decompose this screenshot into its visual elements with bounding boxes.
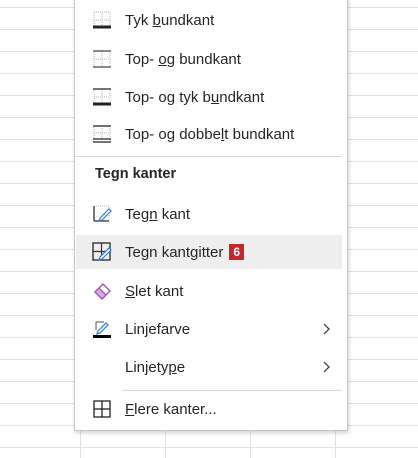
menu-item-label: Top- og bundkant bbox=[125, 50, 241, 68]
menu-item-label: Top- og tyk bundkant bbox=[125, 88, 265, 106]
menu-item-label: Linjefarve bbox=[125, 320, 191, 338]
menu-item-label: Flere kanter... bbox=[125, 400, 217, 418]
thick-bottom-border-icon bbox=[91, 9, 113, 31]
menu-item-label: Tegn kant bbox=[125, 205, 191, 223]
all-borders-icon bbox=[91, 398, 113, 420]
menu-item-label: Tegn kantgitter 6 bbox=[125, 243, 245, 261]
menu-item-line-color[interactable]: Linjefarve bbox=[76, 312, 342, 346]
draw-border-icon bbox=[91, 203, 113, 225]
section-header-draw-borders: Tegn kanter bbox=[95, 166, 177, 182]
borders-dropdown-menu: Tyk bundkant Top- og bundkant Top- og ty… bbox=[74, 0, 348, 431]
chevron-right-icon bbox=[322, 360, 332, 374]
chevron-right-icon bbox=[322, 322, 332, 336]
menu-item-top-double-bottom-border[interactable]: Top- og dobbelt bundkant bbox=[76, 117, 342, 151]
menu-separator bbox=[76, 156, 342, 157]
menu-item-line-style[interactable]: Linjetype bbox=[76, 350, 342, 384]
menu-item-label: Tyk bundkant bbox=[125, 11, 215, 29]
menu-item-thick-bottom-border[interactable]: Tyk bundkant bbox=[76, 3, 342, 37]
menu-item-top-thick-bottom-border[interactable]: Top- og tyk bundkant bbox=[76, 80, 342, 114]
menu-item-more-borders[interactable]: Flere kanter... bbox=[76, 392, 342, 426]
draw-border-grid-icon bbox=[91, 241, 113, 263]
top-double-bottom-border-icon bbox=[91, 123, 113, 145]
top-bottom-border-icon bbox=[91, 48, 113, 70]
menu-item-label: Linjetype bbox=[125, 358, 186, 376]
menu-item-erase-border[interactable]: Slet kant bbox=[76, 274, 342, 308]
top-thick-bottom-border-icon bbox=[91, 86, 113, 108]
menu-item-draw-border-grid[interactable]: Tegn kantgitter 6 bbox=[76, 235, 342, 269]
menu-item-top-bottom-border[interactable]: Top- og bundkant bbox=[76, 42, 342, 76]
line-color-icon bbox=[91, 318, 113, 340]
menu-item-label: Slet kant bbox=[125, 282, 184, 300]
menu-item-label: Top- og dobbelt bundkant bbox=[125, 125, 295, 143]
menu-item-draw-border[interactable]: Tegn kant bbox=[76, 197, 342, 231]
menu-separator bbox=[122, 390, 342, 391]
step-badge: 6 bbox=[229, 243, 245, 260]
eraser-icon bbox=[91, 280, 113, 302]
